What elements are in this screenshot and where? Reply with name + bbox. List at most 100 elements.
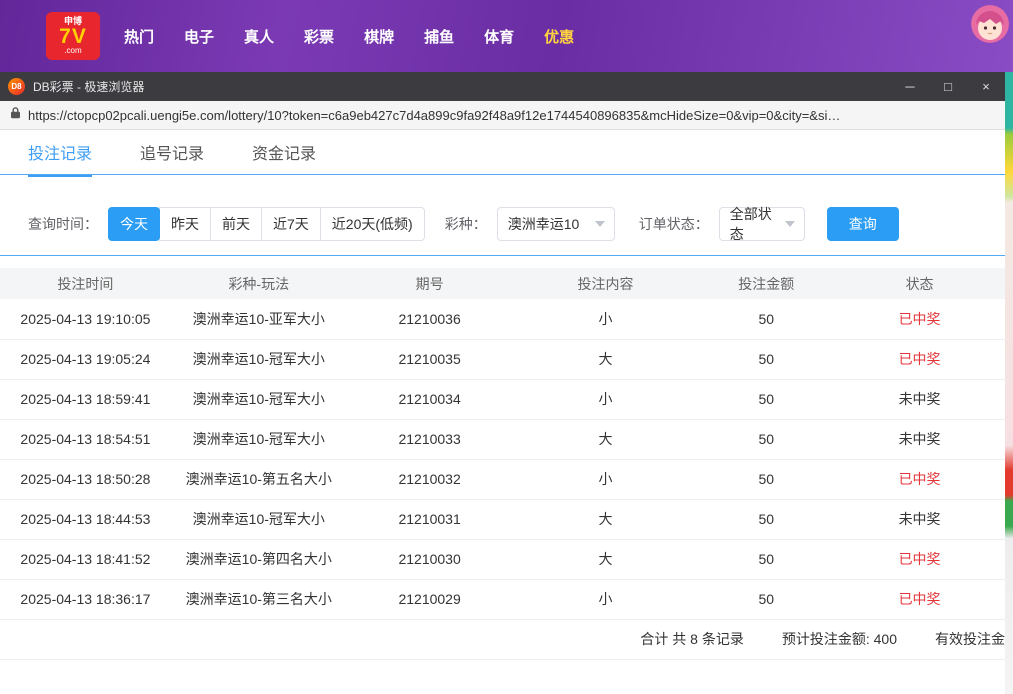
time-filter-label: 查询时间： [28, 214, 98, 234]
nav-item-hot[interactable]: 热门 [124, 26, 154, 47]
record-count: 合计 共 8 条记录 [640, 629, 743, 649]
issue-number-cell: 21210034 [347, 379, 513, 419]
issue-number-cell: 21210036 [347, 299, 513, 339]
lottery-play-cell: 澳洲幸运10-亚军大小 [171, 299, 347, 339]
avatar[interactable] [971, 5, 1009, 43]
window-title: DB彩票 - 极速浏览器 [33, 78, 144, 95]
browser-addressbar: https://ctopcp02pcali.uengi5e.com/lotter… [0, 101, 1005, 130]
bet-content-cell: 小 [513, 299, 699, 339]
nav-item-lottery[interactable]: 彩票 [304, 26, 334, 47]
tab-chase-records[interactable]: 追号记录 [140, 140, 204, 164]
bet-amount-cell: 50 [698, 299, 834, 339]
table-row: 2025-04-13 19:05:24澳洲幸运10-冠军大小21210035大5… [0, 339, 1005, 379]
table-body: 2025-04-13 19:10:05澳洲幸运10-亚军大小21210036小5… [0, 299, 1005, 619]
bet-amount-cell: 50 [698, 579, 834, 619]
status-cell: 已中奖 [834, 459, 1005, 499]
bet-content-cell: 大 [513, 419, 699, 459]
bet-time-cell: 2025-04-13 18:59:41 [0, 379, 171, 419]
browser-app-icon-text: D8 [11, 82, 21, 91]
lottery-play-cell: 澳洲幸运10-冠军大小 [171, 379, 347, 419]
bet-time-cell: 2025-04-13 18:54:51 [0, 419, 171, 459]
time-filter-last20days[interactable]: 近20天(低频) [320, 207, 425, 241]
nav-item-sports[interactable]: 体育 [484, 26, 514, 47]
bet-time-cell: 2025-04-13 19:10:05 [0, 299, 171, 339]
lottery-select[interactable]: 澳洲幸运10 [497, 207, 615, 241]
nav-item-promo[interactable]: 优惠 [544, 26, 574, 47]
site-nav: 热门 电子 真人 彩票 棋牌 捕鱼 体育 优惠 [124, 26, 574, 47]
bet-time-cell: 2025-04-13 18:44:53 [0, 499, 171, 539]
lottery-play-cell: 澳洲幸运10-第四名大小 [171, 539, 347, 579]
status-cell: 已中奖 [834, 539, 1005, 579]
column-header-issue: 期号 [347, 268, 513, 299]
summary-bar: 合计 共 8 条记录 预计投注金额: 400 有效投注金额 [0, 620, 1005, 660]
chevron-down-icon [595, 221, 605, 227]
order-status-value: 全部状态 [730, 204, 785, 244]
nav-item-electronic[interactable]: 电子 [184, 26, 214, 47]
nav-item-fishing[interactable]: 捕鱼 [424, 26, 454, 47]
bet-content-cell: 小 [513, 379, 699, 419]
site-header: 申博 7V .com 热门 电子 真人 彩票 棋牌 捕鱼 体育 优惠 [0, 0, 1013, 72]
lottery-select-value: 澳洲幸运10 [508, 214, 580, 234]
table-header-row: 投注时间 彩种-玩法 期号 投注内容 投注金额 状态 [0, 268, 1005, 299]
issue-number-cell: 21210029 [347, 579, 513, 619]
time-filter-yesterday[interactable]: 昨天 [159, 207, 211, 241]
avatar-image [971, 5, 1009, 43]
order-status-select[interactable]: 全部状态 [719, 207, 805, 241]
bet-content-cell: 小 [513, 459, 699, 499]
status-cell: 已中奖 [834, 579, 1005, 619]
close-button[interactable]: × [967, 72, 1005, 101]
column-header-status: 状态 [834, 268, 1005, 299]
bet-time-cell: 2025-04-13 19:05:24 [0, 339, 171, 379]
nav-item-chess[interactable]: 棋牌 [364, 26, 394, 47]
site-logo[interactable]: 申博 7V .com [46, 12, 100, 60]
bet-records-table: 投注时间 彩种-玩法 期号 投注内容 投注金额 状态 2025-04-13 19… [0, 268, 1005, 620]
bet-amount-cell: 50 [698, 339, 834, 379]
issue-number-cell: 21210032 [347, 459, 513, 499]
browser-window: D8 DB彩票 - 极速浏览器 ─ □ × https://ctopcp02pc… [0, 72, 1005, 694]
expected-amount: 预计投注金额: 400 [782, 629, 897, 649]
bet-content-cell: 小 [513, 579, 699, 619]
logo-text-bottom: .com [64, 47, 81, 55]
chevron-down-icon [785, 221, 795, 227]
bet-time-cell: 2025-04-13 18:50:28 [0, 459, 171, 499]
table-row: 2025-04-13 18:54:51澳洲幸运10-冠军大小21210033大5… [0, 419, 1005, 459]
lottery-play-cell: 澳洲幸运10-冠军大小 [171, 499, 347, 539]
status-cell: 已中奖 [834, 339, 1005, 379]
bet-amount-cell: 50 [698, 379, 834, 419]
table-row: 2025-04-13 18:44:53澳洲幸运10-冠军大小21210031大5… [0, 499, 1005, 539]
tab-fund-records[interactable]: 资金记录 [252, 140, 316, 164]
filter-bar: 查询时间： 今天 昨天 前天 近7天 近20天(低频) 彩种： 澳洲幸运10 订… [0, 175, 1005, 256]
tab-bet-records[interactable]: 投注记录 [28, 140, 92, 164]
lock-icon [10, 106, 21, 124]
table-row: 2025-04-13 18:50:28澳洲幸运10-第五名大小21210032小… [0, 459, 1005, 499]
table-row: 2025-04-13 18:59:41澳洲幸运10-冠军大小21210034小5… [0, 379, 1005, 419]
bet-time-cell: 2025-04-13 18:41:52 [0, 539, 171, 579]
column-header-bet-time: 投注时间 [0, 268, 171, 299]
record-tabs: 投注记录 追号记录 资金记录 [0, 130, 1005, 175]
bet-content-cell: 大 [513, 539, 699, 579]
time-filter-last7days[interactable]: 近7天 [261, 207, 321, 241]
bet-amount-cell: 50 [698, 459, 834, 499]
bet-amount-cell: 50 [698, 499, 834, 539]
status-cell: 已中奖 [834, 299, 1005, 339]
lottery-play-cell: 澳洲幸运10-第三名大小 [171, 579, 347, 619]
window-controls: ─ □ × [891, 72, 1005, 101]
url-text[interactable]: https://ctopcp02pcali.uengi5e.com/lotter… [28, 108, 995, 123]
background-page-strip [1005, 72, 1013, 694]
issue-number-cell: 21210033 [347, 419, 513, 459]
query-button[interactable]: 查询 [827, 207, 899, 241]
time-filter-day-before[interactable]: 前天 [210, 207, 262, 241]
issue-number-cell: 21210030 [347, 539, 513, 579]
time-filter-today[interactable]: 今天 [108, 207, 160, 241]
time-filter-group: 今天 昨天 前天 近7天 近20天(低频) [108, 207, 425, 241]
lottery-play-cell: 澳洲幸运10-冠军大小 [171, 419, 347, 459]
nav-item-live[interactable]: 真人 [244, 26, 274, 47]
column-header-lottery-play: 彩种-玩法 [171, 268, 347, 299]
bet-time-cell: 2025-04-13 18:36:17 [0, 579, 171, 619]
maximize-button[interactable]: □ [929, 72, 967, 101]
minimize-button[interactable]: ─ [891, 72, 929, 101]
bet-content-cell: 大 [513, 499, 699, 539]
browser-app-icon: D8 [8, 78, 25, 95]
lottery-play-cell: 澳洲幸运10-第五名大小 [171, 459, 347, 499]
logo-text-main: 7V [59, 26, 87, 47]
